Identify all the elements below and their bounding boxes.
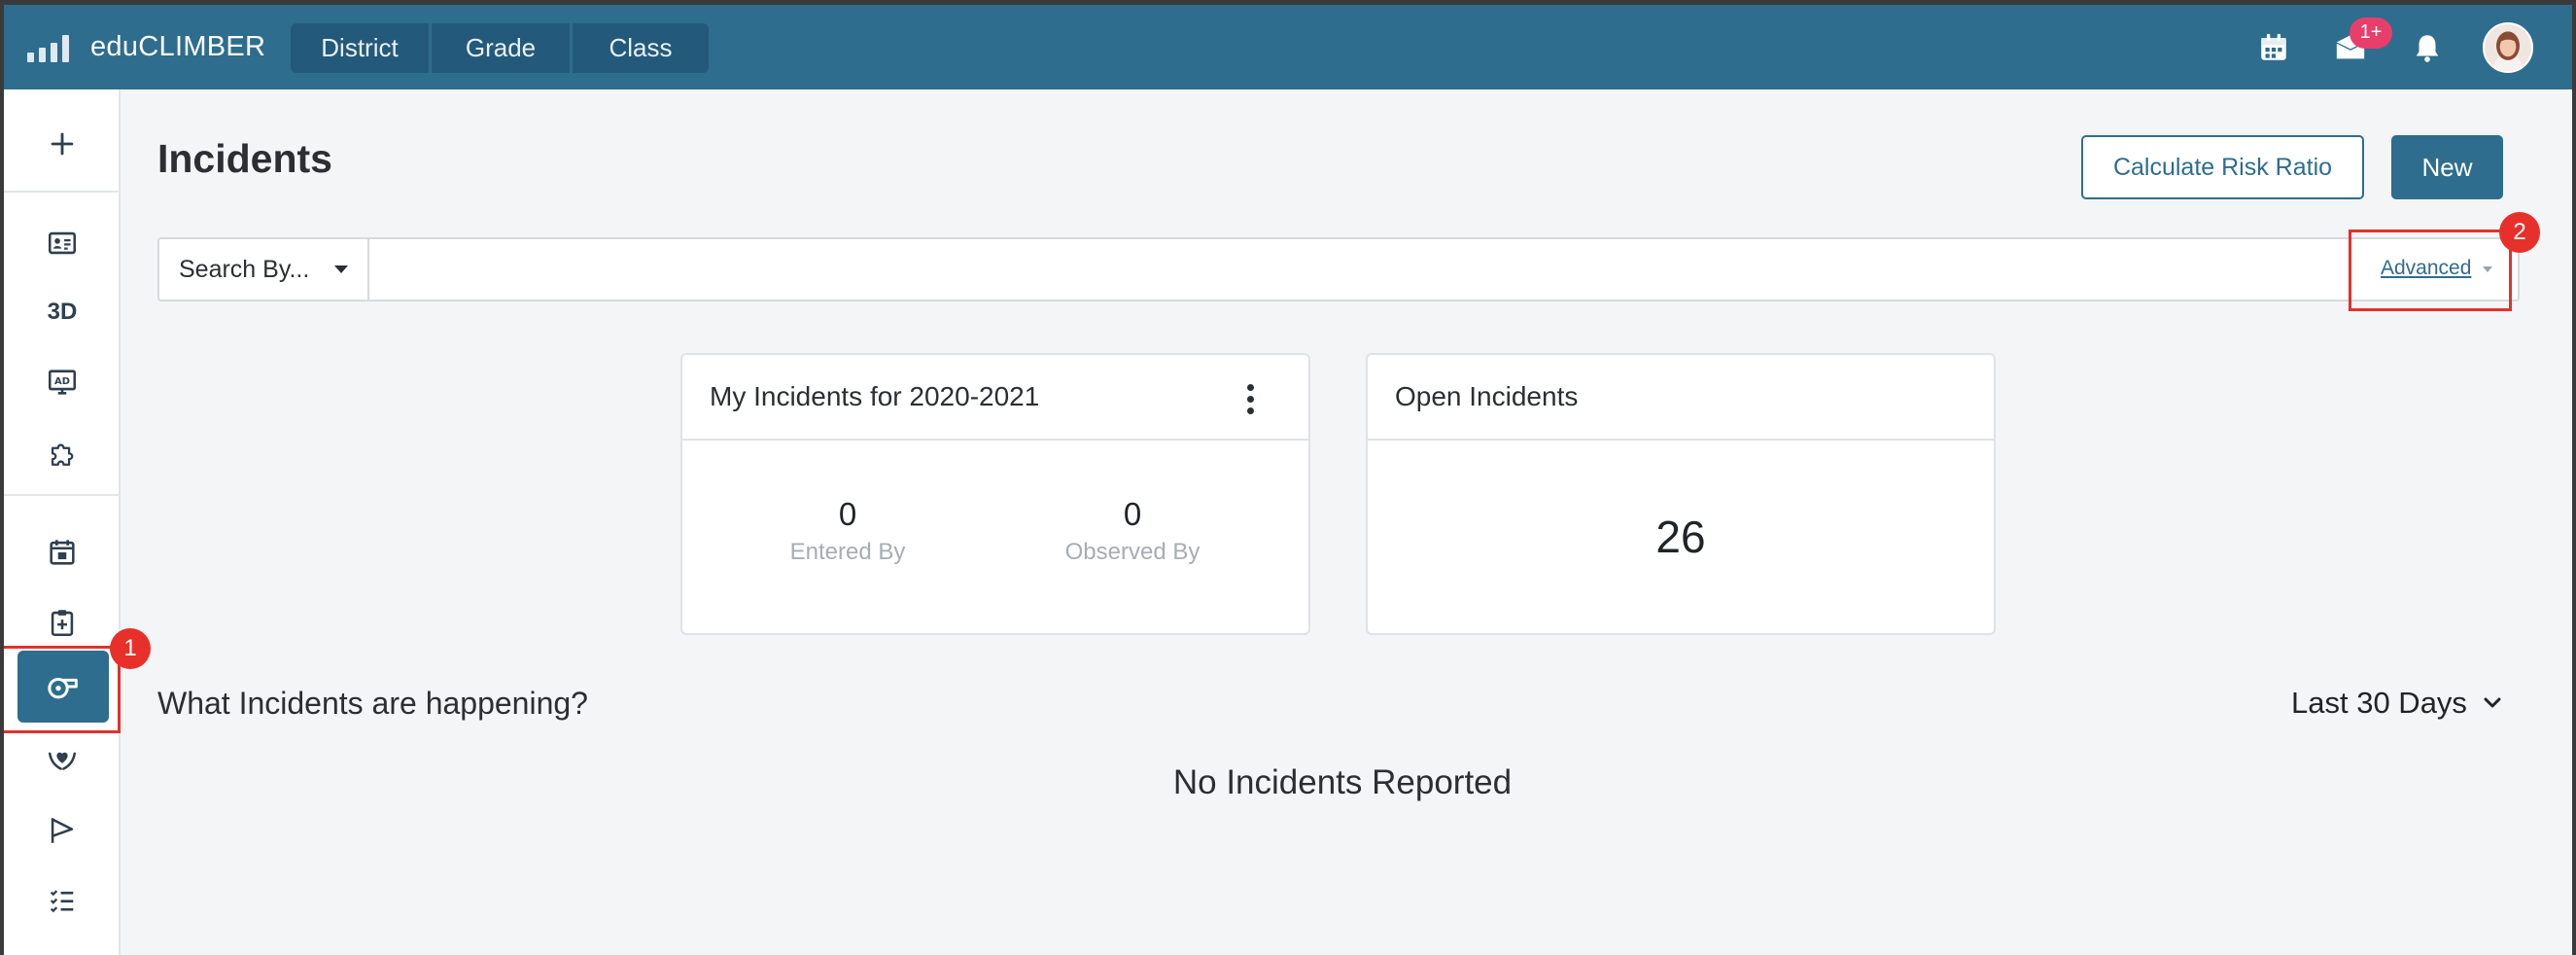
sidebar-item-3d[interactable]: 3D: [4, 283, 121, 341]
app-name: eduCLIMBER: [90, 31, 266, 62]
card-header: Open Incidents: [1368, 355, 1994, 441]
empty-state-message: No Incidents Reported: [1172, 763, 1513, 801]
notification-badge: 1+: [2350, 17, 2392, 49]
observed-by-stat: 0 Observed By: [1026, 496, 1239, 566]
flag-icon[interactable]: [4, 801, 121, 860]
date-range-label: Last 30 Days: [2291, 686, 2467, 720]
climber-logo-icon: [27, 33, 69, 62]
callout-highlight-incidents: [4, 646, 121, 733]
calculate-risk-ratio-button[interactable]: Calculate Risk Ratio: [2081, 135, 2364, 199]
tab-grade[interactable]: Grade: [432, 23, 570, 73]
search-bar: Search By... Advanced: [157, 237, 2520, 301]
sidebar-divider: [4, 191, 121, 193]
caret-down-icon: [334, 265, 348, 273]
my-incidents-card: My Incidents for 2020-2021 0 Entered By …: [680, 353, 1310, 635]
card-title: My Incidents for 2020-2021: [710, 381, 1040, 411]
checklist-icon[interactable]: [4, 871, 121, 930]
ad-monitor-icon[interactable]: AD: [4, 353, 121, 411]
open-incidents-card: Open Incidents 26: [1366, 353, 1996, 635]
app-window: eduCLIMBER District Grade Class 1+ 3D AD…: [4, 5, 2572, 955]
new-incident-button[interactable]: New: [2391, 135, 2503, 199]
card-header: My Incidents for 2020-2021: [682, 355, 1308, 441]
observed-by-label: Observed By: [1064, 539, 1201, 565]
top-icons: 1+: [2213, 5, 2533, 89]
student-card-icon[interactable]: [4, 214, 121, 272]
sidebar-divider: [4, 494, 121, 496]
chevron-down-icon: [2484, 697, 2501, 708]
search-input[interactable]: [371, 239, 2315, 300]
observed-by-count: 0: [1123, 496, 1142, 532]
bell-icon[interactable]: [2411, 31, 2444, 64]
entered-by-stat: 0 Entered By: [741, 496, 955, 566]
callout-badge-2: 2: [2499, 212, 2540, 253]
calendar-icon[interactable]: [2257, 31, 2290, 64]
search-by-dropdown[interactable]: Search By...: [159, 239, 369, 300]
add-icon[interactable]: [4, 115, 121, 173]
card-title: Open Incidents: [1395, 381, 1579, 411]
clipboard-plus-icon[interactable]: [4, 593, 121, 652]
tab-district[interactable]: District: [291, 23, 429, 73]
search-by-label: Search By...: [179, 255, 310, 283]
date-range-dropdown[interactable]: Last 30 Days: [2291, 686, 2504, 721]
callout-highlight-advanced: [2349, 230, 2512, 311]
top-bar: eduCLIMBER District Grade Class 1+: [4, 5, 2572, 89]
page-title: Incidents: [157, 136, 332, 181]
entered-by-label: Entered By: [789, 539, 906, 565]
open-incidents-count: 26: [1655, 512, 1706, 562]
svg-text:AD: AD: [54, 376, 70, 387]
messages-icon[interactable]: 1+: [2334, 17, 2392, 64]
kebab-menu-icon[interactable]: [1241, 384, 1260, 414]
brand[interactable]: eduCLIMBER: [27, 5, 265, 89]
puzzle-icon[interactable]: [4, 423, 121, 481]
avatar[interactable]: [2483, 21, 2533, 73]
entered-by-count: 0: [838, 496, 857, 532]
callout-badge-1: 1: [110, 628, 151, 669]
scope-tabs: District Grade Class: [291, 23, 709, 73]
tab-class[interactable]: Class: [573, 23, 709, 73]
section-title: What Incidents are happening?: [157, 686, 588, 721]
calendar-check-icon[interactable]: [4, 523, 121, 582]
sidebar: 3D AD: [4, 89, 121, 955]
